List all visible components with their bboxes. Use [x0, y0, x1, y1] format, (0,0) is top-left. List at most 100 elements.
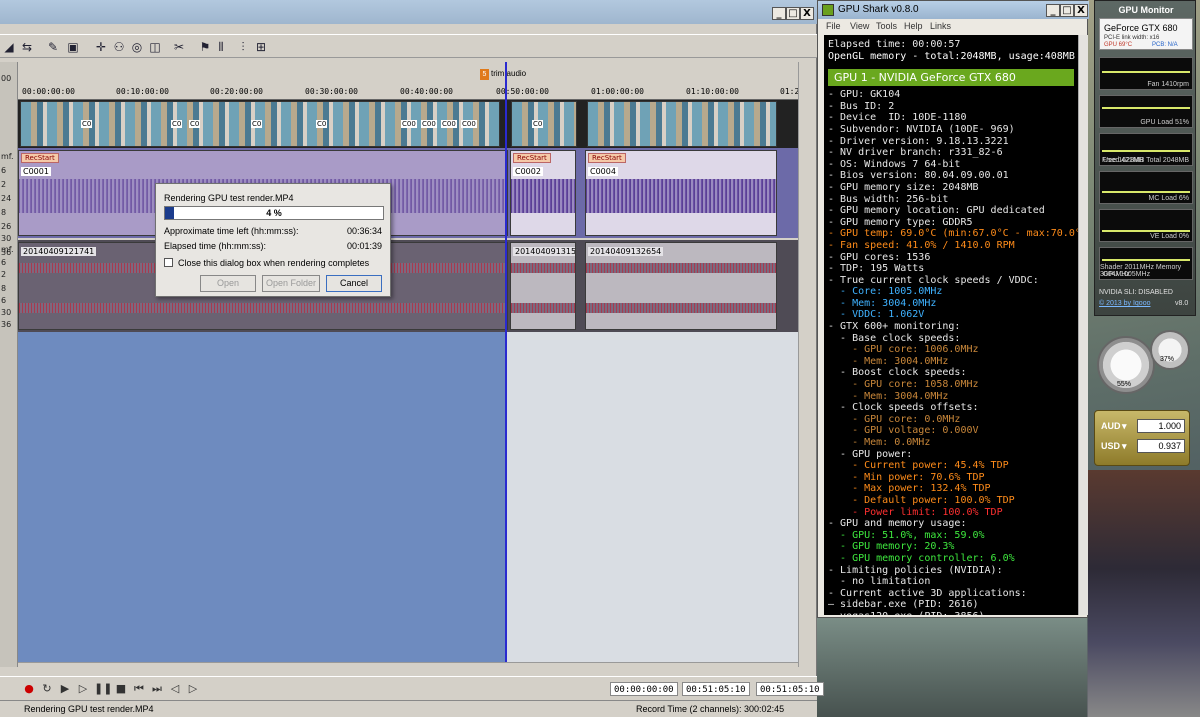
open-button[interactable]: Open — [200, 275, 256, 292]
split-icon[interactable]: ⫶ — [236, 40, 250, 54]
menu-file[interactable]: File — [826, 21, 841, 31]
next-frame-icon[interactable]: ▷ — [186, 682, 200, 696]
maximize-button[interactable]: □ — [1060, 4, 1074, 17]
info-line: - Power limit: 100.0% TDP — [828, 506, 1003, 518]
vertical-scrollbar[interactable] — [798, 62, 812, 667]
stop-icon[interactable]: ■ — [114, 682, 128, 696]
video-clip[interactable]: C0 — [511, 101, 577, 147]
go-to-end-icon[interactable]: ⏭ — [150, 682, 164, 696]
info-line: - GPU core: 1006.0MHz — [828, 344, 979, 356]
cut-icon[interactable]: ✂ — [172, 40, 186, 54]
menu-view[interactable]: View — [850, 21, 869, 31]
memory-gauge-value: 37% — [1160, 356, 1175, 363]
elapsed-row: Elapsed time (hh:mm:ss): 00:01:39 — [164, 241, 384, 251]
loop-icon[interactable]: ↻ — [40, 682, 54, 696]
audio-track-2[interactable]: 20140409121741 20140409131516 2014040913… — [18, 240, 798, 332]
clip-name: C0001 — [21, 167, 51, 176]
lock-envelope-icon[interactable]: ◎ — [130, 40, 144, 54]
render-icon[interactable]: ⊞ — [254, 40, 268, 54]
currency-code[interactable]: USD — [1101, 441, 1120, 451]
menu-help[interactable]: Help — [904, 21, 923, 31]
record-icon[interactable]: ● — [22, 682, 36, 696]
cancel-button[interactable]: Cancel — [326, 275, 382, 292]
playhead-cursor[interactable] — [505, 62, 507, 662]
audio-clip[interactable]: 20140409132654 — [585, 242, 777, 330]
info-line: - Min power: 70.6% TDP — [828, 471, 985, 483]
auto-ripple-icon[interactable]: ⚇ — [112, 40, 126, 54]
video-clip[interactable] — [587, 101, 777, 147]
gadget-title: GPU Monitor — [1118, 5, 1174, 15]
audio-clip[interactable]: 20140409131516 — [510, 242, 576, 330]
timeline-empty-area-right[interactable] — [505, 332, 798, 662]
audio-clip[interactable]: RecStart C0002 — [510, 150, 576, 236]
play-from-start-icon[interactable]: ▶ — [58, 682, 72, 696]
copyright-link[interactable]: © 2013 by Iqooo — [1099, 300, 1150, 307]
selection-end-timecode: 00:51:05:10 — [682, 682, 750, 696]
close-button[interactable]: X — [800, 7, 814, 20]
status-right: Record Time (2 channels): 300:02:45 — [636, 704, 785, 714]
clip-caption: C0 — [81, 120, 93, 128]
menu-tools[interactable]: Tools — [876, 21, 897, 31]
maximize-button[interactable]: □ — [786, 7, 800, 20]
clip-caption: C0 — [316, 120, 328, 128]
edit-tool-icon[interactable]: ◢ — [2, 40, 16, 54]
gpu-model: GeForce GTX 680 — [1104, 23, 1178, 33]
status-left: Rendering GPU test render.MP4 — [24, 704, 154, 714]
region-icon[interactable]: ⫴ — [214, 40, 228, 54]
chevron-down-icon[interactable]: ▾ — [1122, 441, 1127, 452]
panel-right-label: MC Load 6% — [1148, 195, 1189, 202]
zoom-tool-icon[interactable]: ▣ — [66, 40, 80, 54]
currency-code[interactable]: AUD — [1101, 421, 1121, 431]
ignore-grouping-icon[interactable]: ◫ — [148, 40, 162, 54]
clip-tag: RecStart — [513, 153, 551, 163]
vertical-scrollbar[interactable] — [1078, 35, 1088, 615]
clip-name: 20140409131516 — [513, 247, 575, 256]
progress-bar: 4 % — [164, 206, 384, 220]
minimize-button[interactable]: _ — [1046, 4, 1060, 17]
timeline-marker[interactable]: 5 trim audio — [480, 69, 526, 81]
track-label: 8 — [1, 284, 7, 293]
chevron-down-icon[interactable]: ▾ — [1122, 421, 1127, 432]
currency-value[interactable]: 0.937 — [1137, 439, 1185, 453]
select-tool-icon[interactable]: ⇆ — [20, 40, 34, 54]
monitor-graph-panel: GPU Load 51% — [1099, 95, 1193, 128]
timeline-ruler[interactable]: 00:00:00:00 00:10:00:00 00:20:00:00 00:3… — [18, 62, 804, 100]
currency-gadget: AUD ▾ 1.000 USD ▾ 0.937 — [1094, 410, 1190, 466]
info-line: — sidebar.exe (PID: 2616) — [828, 599, 979, 611]
marker-icon[interactable]: ⚑ — [198, 40, 212, 54]
currency-value[interactable]: 1.000 — [1137, 419, 1185, 433]
status-bar: Rendering GPU test render.MP4 Record Tim… — [0, 700, 817, 717]
horizontal-scrollbar[interactable] — [18, 662, 798, 676]
clip-name: 20140409121741 — [21, 247, 97, 256]
info-line: - Base clock speeds: — [828, 332, 961, 344]
close-when-done-checkbox[interactable] — [164, 258, 173, 267]
audio-track-1[interactable]: RecStart C0001 RecStart C0002 RecStart C… — [18, 148, 798, 238]
panel-right-label: Fan 1410rpm — [1147, 81, 1189, 88]
track-label: 00 — [1, 74, 12, 83]
track-label: 30 — [1, 234, 12, 243]
audio-clip[interactable]: RecStart C0004 — [585, 150, 777, 236]
info-line: - NV driver branch: r331_82-6 — [828, 147, 1003, 159]
menu-links[interactable]: Links — [930, 21, 951, 31]
snap-icon[interactable]: ✛ — [94, 40, 108, 54]
open-folder-button[interactable]: Open Folder — [262, 275, 320, 292]
close-button[interactable]: X — [1074, 4, 1088, 17]
envelope-tool-icon[interactable]: ✎ — [46, 40, 60, 54]
track-label: 36 — [1, 320, 12, 329]
prev-frame-icon[interactable]: ◁ — [168, 682, 182, 696]
info-line: - Device ID: 10DE-1180 — [828, 112, 967, 124]
play-icon[interactable]: ▷ — [76, 682, 90, 696]
vegas-titlebar: _ □ X — [0, 0, 817, 24]
minimize-button[interactable]: _ — [772, 7, 786, 20]
track-label: 30 — [1, 308, 12, 317]
go-to-start-icon[interactable]: ⏮ — [132, 682, 146, 696]
clip-caption: C0 — [532, 120, 544, 128]
info-line: - Subvendor: NVIDIA (10DE- 969) — [828, 123, 1015, 135]
track-label: 2 — [1, 270, 7, 279]
video-clip[interactable]: C0 C0 C0 C0 C0 C00 C00 C00 C00 — [20, 101, 500, 147]
info-line: - GPU memory: 20.3% — [828, 541, 955, 553]
cursor-timecode: 00:00:00:00 — [610, 682, 678, 696]
video-track[interactable]: C0 C0 C0 C0 C0 C00 C00 C00 C00 C0 — [18, 100, 798, 148]
pause-icon[interactable]: ❚❚ — [94, 682, 112, 696]
monitor-graph-line — [1102, 107, 1190, 109]
